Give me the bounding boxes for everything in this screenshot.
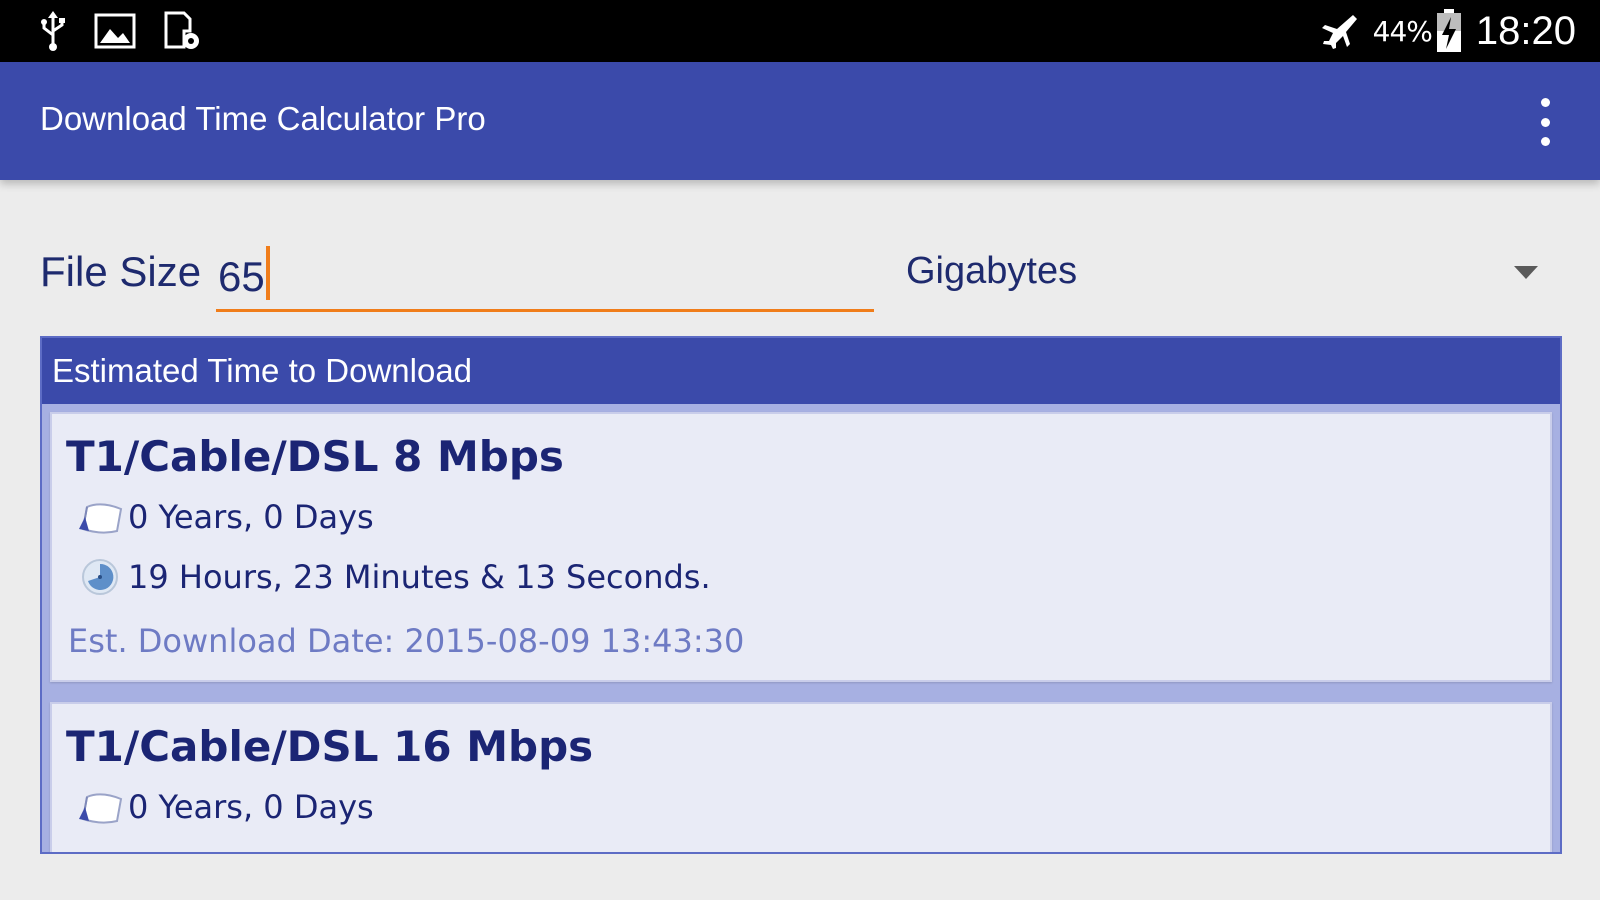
result-card[interactable]: T1/Cable/DSL 8 Mbps 0 Years, 0 Days 19 H… [50,412,1552,682]
menu-dot [1540,137,1550,146]
clock-icon [76,557,124,597]
estimated-download-date: Est. Download Date: 2015-08-09 13:43:30 [68,622,745,660]
results-header: Estimated Time to Download [42,338,1560,404]
app-bar: Download Time Calculator Pro [0,62,1600,180]
status-bar-left-icons [38,10,202,52]
connection-title: T1/Cable/DSL 16 Mbps [66,722,594,771]
status-clock: 18:20 [1475,8,1576,53]
days-value: 0 Years, 0 Days [128,498,374,536]
connection-title: T1/Cable/DSL 8 Mbps [66,432,564,481]
days-value: 0 Years, 0 Days [128,788,374,826]
results-panel: Estimated Time to Download T1/Cable/DSL … [40,336,1562,854]
time-value: 19 Hours, 23 Minutes & 13 Seconds. [128,558,711,596]
time-row: 19 Hours, 23 Minutes & 13 Seconds. [76,556,711,598]
battery-charging-icon [1436,9,1462,53]
calendar-icon [76,497,124,537]
app-title: Download Time Calculator Pro [40,100,486,137]
menu-dot [1540,98,1550,107]
calendar-icon [76,787,124,827]
status-bar-right: 44% 18:20 [1319,6,1576,56]
airplane-mode-icon [1319,11,1359,51]
image-icon [94,13,136,49]
file-size-label: File Size [40,248,202,295]
overflow-menu-icon[interactable] [1530,98,1560,146]
status-bar: 44% 18:20 [0,0,1600,62]
days-row: 0 Years, 0 Days [76,786,374,828]
battery-percent: 44% [1372,14,1433,48]
days-row: 0 Years, 0 Days [76,496,374,538]
sim-settings-icon [162,11,202,51]
unit-dropdown[interactable]: Gigabytes [902,244,1562,308]
file-size-input[interactable] [216,244,874,312]
menu-dot [1540,117,1550,127]
unit-selected-value: Gigabytes [906,250,1078,292]
result-card[interactable]: T1/Cable/DSL 16 Mbps 0 Years, 0 Days [50,702,1552,852]
dropdown-arrow-icon [1514,266,1538,279]
usb-icon [38,11,68,51]
text-cursor [266,246,270,300]
